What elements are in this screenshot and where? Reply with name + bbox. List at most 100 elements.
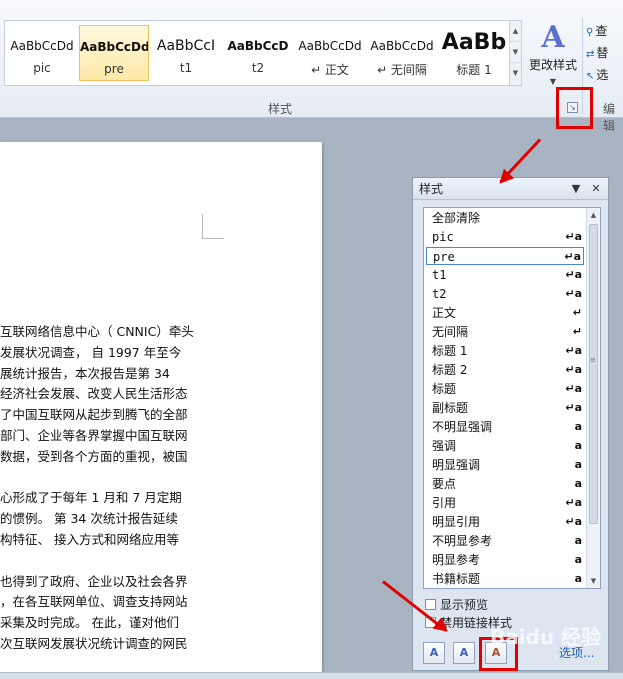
- style-type-icon: ↵: [572, 306, 582, 319]
- style-list-item[interactable]: 无间隔 ↵: [426, 323, 584, 341]
- scroll-thumb[interactable]: [589, 224, 598, 524]
- select-button[interactable]: ↖ 选: [586, 64, 623, 86]
- change-styles-button[interactable]: A 更改样式 ▼: [526, 20, 580, 90]
- style-type-icon: ↵a: [565, 382, 582, 395]
- style-list-item[interactable]: t1 ↵a: [426, 266, 584, 284]
- gallery-up-icon[interactable]: ▲: [510, 21, 521, 42]
- show-preview-option[interactable]: 显示预览: [425, 597, 488, 613]
- style-list-item[interactable]: 全部清除: [426, 209, 584, 227]
- style-list-item-label: 标题: [432, 382, 457, 396]
- style-tile[interactable]: AaBbCcDd pic: [7, 25, 77, 81]
- scroll-down-icon[interactable]: ▼: [587, 574, 600, 588]
- change-styles-label: 更改样式: [528, 58, 577, 72]
- gallery-more-icon[interactable]: ▼: [510, 63, 521, 84]
- style-sample: AaBbCcDd: [10, 39, 74, 53]
- edit-group: ⚲ 查 ⇄ 替 ↖ 选: [586, 20, 623, 86]
- document-text-line: 数据，受到各个方面的重视，被国: [0, 448, 188, 464]
- style-list-item[interactable]: 标题 1 ↵a: [426, 342, 584, 360]
- style-list-item[interactable]: 不明显参考 a: [426, 532, 584, 550]
- watermark: Baidu 经验: [490, 625, 602, 649]
- style-name: ↵ 正文: [311, 63, 349, 77]
- document-text-line: ，在各互联网单位、调查支持网站: [0, 594, 188, 610]
- close-icon[interactable]: ✕: [589, 181, 603, 197]
- style-type-icon: a: [574, 572, 582, 585]
- style-list-item-label: 书籍标题: [432, 572, 481, 586]
- style-list-item[interactable]: 副标题 ↵a: [426, 399, 584, 417]
- style-type-icon: ↵a: [565, 268, 582, 281]
- find-button[interactable]: ⚲ 查: [586, 20, 623, 42]
- style-list-item-label: 明显强调: [432, 458, 481, 472]
- styles-list-scrollbar[interactable]: ▲ ≡ ▼: [586, 208, 600, 588]
- style-name: pic: [33, 61, 51, 75]
- style-list-item-label: pre: [433, 250, 455, 264]
- style-list-item-label: 强调: [432, 439, 457, 453]
- gallery-scrollbar[interactable]: ▲ ▼ ▼: [509, 21, 521, 85]
- style-list-item[interactable]: t2 ↵a: [426, 285, 584, 303]
- style-list-item-label: t1: [432, 268, 447, 282]
- style-list-item[interactable]: 标题 2 ↵a: [426, 361, 584, 379]
- style-inspector-button[interactable]: A: [453, 642, 475, 664]
- new-style-button[interactable]: A: [423, 642, 445, 664]
- style-tile[interactable]: AaBb 标题 1: [439, 25, 509, 81]
- style-name: pre: [104, 62, 124, 76]
- style-sample: AaBbCcDd: [298, 39, 362, 53]
- style-list-item[interactable]: 正文 ↵: [426, 304, 584, 322]
- style-type-icon: a: [574, 477, 582, 490]
- style-list-item[interactable]: 强调 a: [426, 437, 584, 455]
- style-type-icon: a: [574, 458, 582, 471]
- style-list-item[interactable]: pre ↵a: [426, 247, 584, 265]
- style-tile[interactable]: AaBbCcDd pre: [79, 25, 149, 81]
- style-list-item[interactable]: 书籍标题 a: [426, 570, 584, 588]
- gallery-down-icon[interactable]: ▼: [510, 42, 521, 63]
- style-list-item-label: 要点: [432, 477, 457, 491]
- style-name: ↵ 无间隔: [377, 63, 427, 77]
- style-type-icon: ↵: [572, 325, 582, 338]
- style-tile[interactable]: AaBbCcD t2: [223, 25, 293, 81]
- style-tile[interactable]: AaBbCcI t1: [151, 25, 221, 81]
- style-sample: AaBbCcDd: [80, 40, 148, 54]
- style-sample: AaBbCcDd: [370, 39, 434, 53]
- style-type-icon: ↵a: [565, 496, 582, 509]
- cursor-icon: ↖: [586, 71, 595, 82]
- document-text-line: 了中国互联网从起步到腾飞的全部: [0, 407, 188, 423]
- pane-menu-icon[interactable]: ▼: [569, 181, 583, 197]
- style-type-icon: a: [574, 439, 582, 452]
- document-text-line: 发展状况调查， 自 1997 年至今: [0, 344, 182, 360]
- annotation-box-launcher: [556, 87, 593, 129]
- style-list-item[interactable]: pic ↵a: [426, 228, 584, 246]
- style-type-icon: ↵a: [565, 344, 582, 357]
- styles-pane-title: 样式: [419, 182, 444, 196]
- document-text-line: [0, 551, 320, 571]
- style-type-icon: ↵a: [565, 515, 582, 528]
- style-list-item-label: 标题 1: [432, 344, 468, 358]
- show-preview-checkbox[interactable]: [425, 599, 436, 610]
- ribbon: ▲ ▼ ▼ AaBbCcDd pic AaBbCcDd pre AaBbCcI t1 AaB…: [0, 0, 623, 133]
- edit-group-label: 编辑: [603, 102, 616, 133]
- style-type-icon: a: [574, 534, 582, 547]
- document-text-line: 采集及时完成。 在此，谨对他们: [0, 615, 179, 631]
- style-tile[interactable]: AaBbCcDd ↵ 无间隔: [367, 25, 437, 81]
- style-name: t2: [251, 61, 265, 75]
- style-type-icon: ↵a: [565, 287, 582, 300]
- style-list-item[interactable]: 明显强调 a: [426, 456, 584, 474]
- document-page[interactable]: 互联网络信息中心（ CNNIC）牵头 发展状况调查， 自 1997 年至今 展统计报…: [0, 142, 322, 672]
- style-list-item[interactable]: 不明显强调 a: [426, 418, 584, 436]
- styles-gallery: ▲ ▼ ▼ AaBbCcDd pic AaBbCcDd pre AaBbCcI t1 AaB…: [4, 20, 522, 86]
- document-text-line: 展统计报告，本次报告是第 34: [0, 365, 170, 381]
- style-list-item[interactable]: 明显参考 a: [426, 551, 584, 569]
- styles-pane: 样式 ▼ ✕ ▲ ≡ ▼ 全部清除 pic ↵a pre ↵a t1 ↵a t2 ↵a 正文 ↵ 无间…: [412, 177, 609, 671]
- style-tile[interactable]: AaBbCcDd ↵ 正文: [295, 25, 365, 81]
- style-list-item-label: 全部清除: [432, 211, 481, 225]
- style-list-item[interactable]: 引用 ↵a: [426, 494, 584, 512]
- style-type-icon: ↵a: [565, 363, 582, 376]
- replace-icon: ⇄: [586, 49, 595, 60]
- scroll-up-icon[interactable]: ▲: [587, 208, 600, 222]
- document-text-line: 次互联网发展状况统计调查的网民: [0, 636, 188, 651]
- style-list-item[interactable]: 明显引用 ↵a: [426, 513, 584, 531]
- style-list-item-label: t2: [432, 287, 447, 301]
- document-text-line: 心形成了于每年 1 月和 7 月定期: [0, 490, 182, 506]
- style-list-item[interactable]: 要点 a: [426, 475, 584, 493]
- style-list-item[interactable]: 标题 ↵a: [426, 380, 584, 398]
- style-sample: AaBb: [441, 30, 507, 55]
- replace-button[interactable]: ⇄ 替: [586, 42, 623, 64]
